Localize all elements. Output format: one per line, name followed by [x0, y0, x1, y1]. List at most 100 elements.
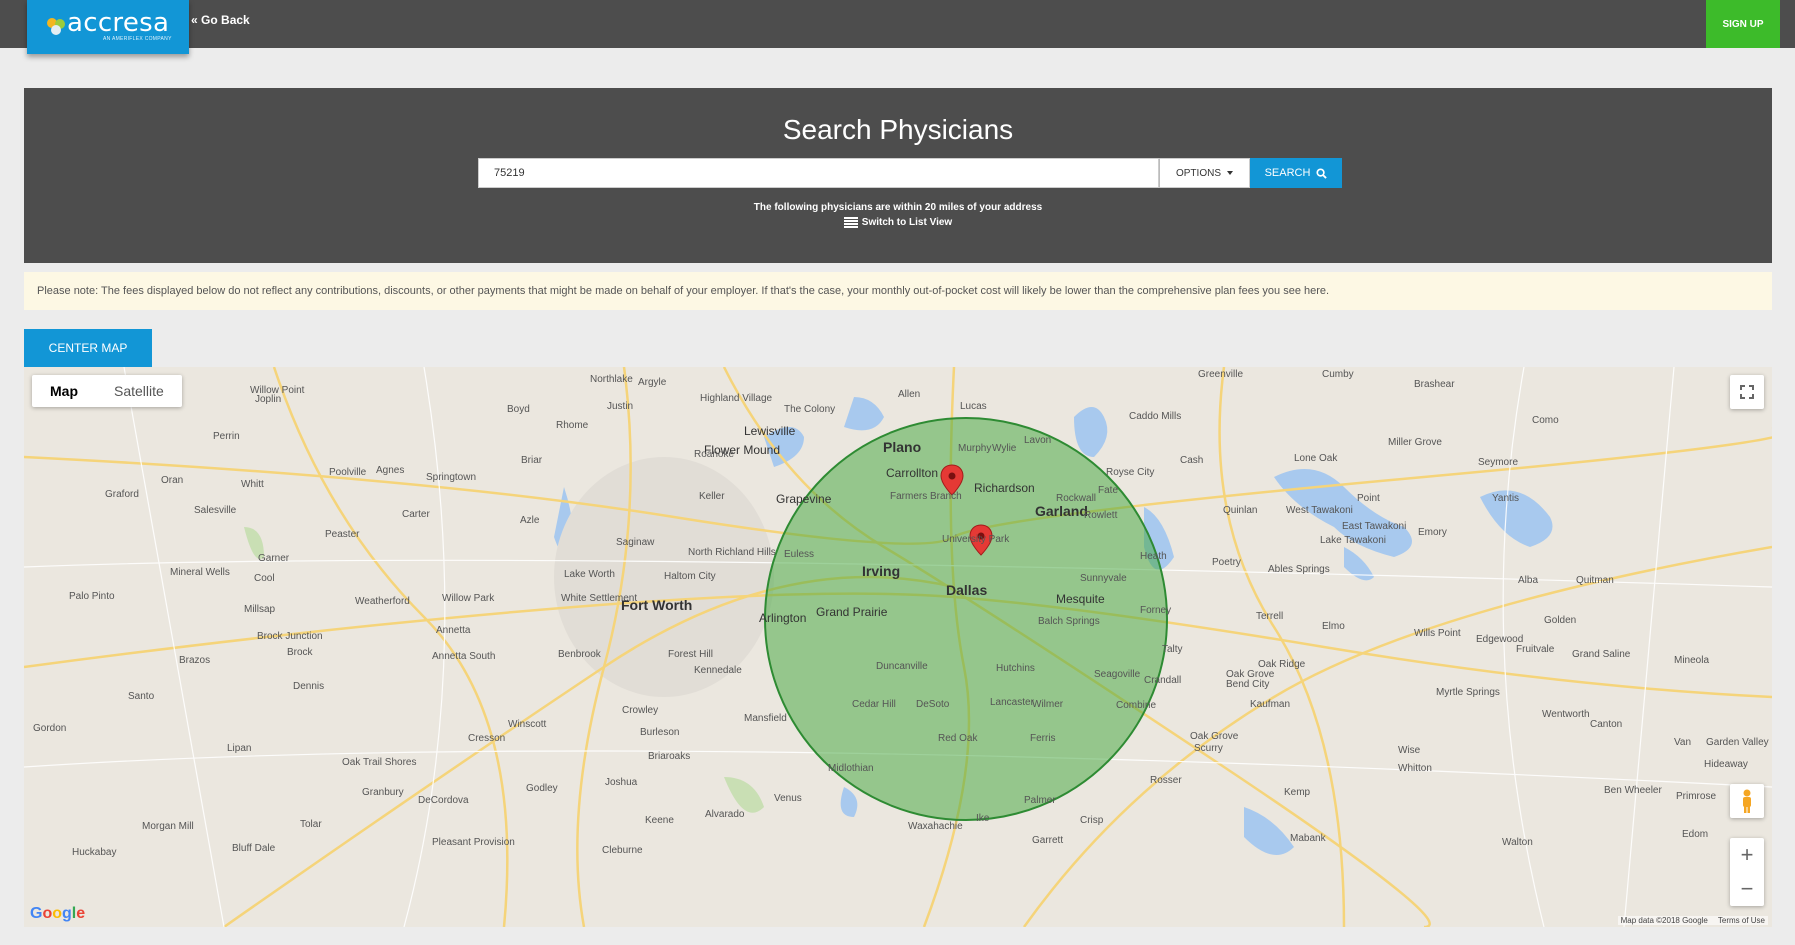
double-chevron-left-icon: «	[191, 13, 198, 27]
switch-to-list-view-link[interactable]: Switch to List View	[24, 217, 1772, 228]
map-place-label: Oran	[161, 475, 184, 486]
map-place-label: Walton	[1502, 837, 1533, 848]
map-place-label: Mineral Wells	[170, 567, 230, 578]
map-place-label: Grand Prairie	[816, 605, 888, 619]
map-place-label: Midlothian	[828, 763, 874, 774]
map-attribution: Map data ©2018 Google Terms of Use	[1617, 916, 1768, 925]
map-place-label: Keller	[699, 491, 725, 502]
page-title: Search Physicians	[782, 114, 1014, 145]
map-place-label: Miller Grove	[1388, 437, 1442, 448]
map-place-label: Garland	[1035, 503, 1088, 519]
map-place-label: Quitman	[1576, 575, 1614, 586]
map-place-label: Joplin	[255, 394, 282, 405]
map-place-label: Winscott	[508, 719, 547, 730]
map-place-label: Kemp	[1284, 787, 1311, 798]
zoom-control: + −	[1730, 838, 1764, 906]
map-place-label: Justin	[607, 401, 634, 412]
go-back-link[interactable]: « Go Back	[191, 13, 250, 27]
map-place-label: Lake Tawakoni	[1320, 535, 1386, 546]
terms-of-use-link[interactable]: Terms of Use	[1718, 916, 1765, 925]
center-map-button[interactable]: CENTER MAP	[24, 329, 152, 367]
map-place-label: Tolar	[300, 819, 322, 830]
map-canvas[interactable]: Willow Point Northlake Argyle Highland Vill…	[24, 367, 1772, 927]
map-place-label: Santo	[128, 691, 155, 702]
map-place-label: Wilmer	[1032, 699, 1064, 710]
map-place-label: Argyle	[638, 377, 667, 388]
map-place-label: Carrollton	[886, 466, 939, 480]
map-place-label: Elmo	[1322, 621, 1345, 632]
map-place-label: Kaufman	[1250, 699, 1291, 710]
map-place-label: Crowley	[622, 705, 659, 716]
map-data-credit: Map data ©2018 Google	[1620, 916, 1708, 925]
map-place-label: Point	[1357, 493, 1380, 504]
map-place-label: North Richland Hills	[688, 547, 776, 558]
map-place-label: Van	[1674, 737, 1692, 748]
map-place-label: Como	[1532, 415, 1559, 426]
map-place-label: Whitton	[1398, 763, 1432, 774]
map-place-label: Allen	[898, 389, 921, 400]
map-place-label: East Tawakoni	[1342, 521, 1407, 532]
within-radius-text: The following physicians are within 20 m…	[753, 202, 1043, 213]
map-place-label: Palmer	[1024, 795, 1056, 806]
map-place-label: Northlake	[590, 374, 633, 385]
map-place-label: DeSoto	[916, 699, 950, 710]
map-place-label: Graford	[105, 489, 139, 500]
map-place-label: Joshua	[605, 777, 638, 788]
map-place-label: Ben Wheeler	[1604, 785, 1662, 796]
map-place-label: Hutchins	[996, 663, 1035, 674]
map-place-label: Haltom City	[664, 571, 716, 582]
search-label: SEARCH	[1264, 167, 1311, 179]
map-place-label: Poetry	[1212, 557, 1241, 568]
map-place-label: Saginaw	[616, 537, 655, 548]
map-place-label: Farmers Branch	[890, 491, 962, 502]
plus-icon: +	[1740, 842, 1754, 867]
map-place-label: Lavon	[1024, 435, 1052, 446]
map-place-label: Mesquite	[1056, 592, 1105, 606]
google-logo: Google	[30, 905, 86, 922]
map-place-label: Sunnyvale	[1080, 573, 1127, 584]
map-place-label: Annetta	[436, 625, 471, 636]
zoom-out-button[interactable]: −	[1730, 872, 1764, 906]
fullscreen-button[interactable]	[1730, 375, 1764, 409]
map-place-label: Lake Worth	[564, 569, 615, 580]
map-type-satellite-button[interactable]: Satellite	[96, 375, 182, 407]
top-bar: accresa AN AMERIFLEX COMPANY « Go Back S…	[0, 0, 1795, 54]
map-place-label: Godley	[526, 783, 558, 794]
map-place-label: Bluff Dale	[232, 843, 276, 854]
map-place-label: Wylie	[992, 443, 1017, 454]
map-type-map-button[interactable]: Map	[32, 375, 96, 407]
map-type-control: Map Satellite	[32, 375, 182, 407]
accresa-logo[interactable]: accresa AN AMERIFLEX COMPANY	[27, 0, 189, 54]
map-place-label: Rowlett	[1084, 510, 1118, 521]
map-place-label: Garner	[258, 553, 290, 564]
search-button[interactable]: SEARCH	[1250, 158, 1342, 188]
map-place-label: Poolville	[329, 467, 367, 478]
zoom-in-button[interactable]: +	[1730, 838, 1764, 872]
map-place-label: Highland Village	[700, 393, 773, 404]
map-place-label: Annetta South	[432, 651, 496, 662]
map-place-label: Rhome	[556, 420, 589, 431]
map-place-label: Combine	[1116, 700, 1157, 711]
map-place-label: Wise	[1398, 745, 1421, 756]
map-place-label: Lewisville	[744, 424, 796, 438]
sign-up-button[interactable]: SIGN UP	[1706, 0, 1780, 48]
logo-wordmark: accresa	[67, 8, 170, 38]
map-place-label: University Park	[942, 534, 1010, 545]
caret-down-icon	[1227, 171, 1233, 175]
map-place-label: Fruitvale	[1516, 644, 1555, 655]
options-dropdown-button[interactable]: OPTIONS	[1159, 158, 1250, 188]
map-place-label: Waxahachie	[908, 821, 963, 832]
map-place-label: Duncanville	[876, 661, 928, 672]
map-place-label: Terrell	[1256, 611, 1284, 622]
map-place-label: Briaroaks	[648, 751, 691, 762]
list-view-label: Switch to List View	[861, 217, 953, 228]
map-place-label: Hideaway	[1704, 759, 1748, 770]
address-search-input[interactable]: 75219	[478, 158, 1159, 188]
fullscreen-icon	[1740, 385, 1754, 399]
map-place-label: Alba	[1518, 575, 1539, 586]
map-place-label: Weatherford	[355, 596, 410, 607]
map-place-label: Cleburne	[602, 845, 643, 856]
map-place-label: Canton	[1590, 719, 1623, 730]
list-icon	[843, 217, 858, 228]
street-view-pegman-button[interactable]	[1730, 784, 1764, 818]
